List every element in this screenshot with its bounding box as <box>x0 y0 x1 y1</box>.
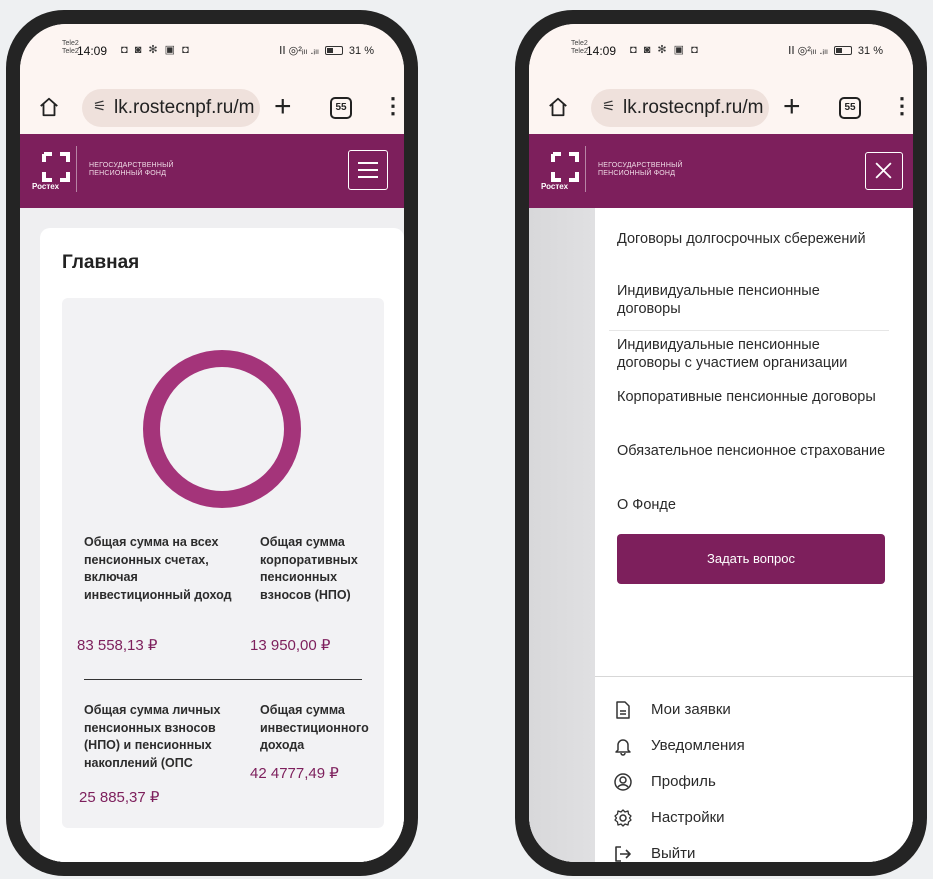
browser-toolbar: ⚟ lk.rostecnpf.ru/m + 55 ⋮ <box>20 82 404 134</box>
menu-separator <box>609 330 889 331</box>
burger-line <box>358 162 378 164</box>
status-right: ⅠⅠ ◎²ᵢₗₗ .ᵢₗₗ 31 % <box>788 44 883 57</box>
status-time: 14:09 <box>77 44 108 58</box>
main-content: Главная Общая сумма на всех пенсионных с… <box>20 208 404 862</box>
status-bar: Tele2 Tele2 14:09 ◘ ◙ ✻ ▣ ◘ ⅠⅠ ◎²ᵢₗₗ .ᵢₗ… <box>529 24 913 82</box>
home-icon[interactable] <box>38 96 60 118</box>
stat-investment-value: 42 4777,49 ₽ <box>250 765 339 782</box>
stat-corporate-label: Общая сумма корпоративных пенсионных взн… <box>260 535 358 602</box>
site-header: Ростех НЕГОСУДАРСТВЕННЫЙ ПЕНСИОННЫЙ ФОНД <box>20 134 404 208</box>
main-card: Главная Общая сумма на всех пенсионных с… <box>40 228 404 862</box>
stat-investment-label: Общая сумма инвестиционного дохода <box>260 703 369 752</box>
new-tab-button[interactable]: + <box>783 88 801 126</box>
ask-question-button[interactable]: Задать вопрос <box>617 534 885 584</box>
menu-settings-label: Настройки <box>651 809 725 826</box>
logo-word: Ростех <box>541 182 569 191</box>
notification-icons: ◘ ◙ ✻ ▣ ◘ <box>630 44 700 56</box>
menu-item-individual-pension[interactable]: Индивидуальные пенсионные договоры <box>617 282 887 318</box>
page-title: Главная <box>62 252 140 273</box>
menu-item-about-fund[interactable]: О Фонде <box>617 496 887 514</box>
logo-divider <box>76 146 77 192</box>
site-settings-icon[interactable]: ⚟ <box>93 97 106 115</box>
fund-name-line-1: НЕГОСУДАРСТВЕННЫЙ <box>89 162 174 169</box>
browser-toolbar: ⚟ lk.rostecnpf.ru/m + 55 ⋮ <box>529 82 913 134</box>
stat-personal-value: 25 885,37 ₽ <box>79 789 160 806</box>
logo-divider <box>585 146 586 192</box>
bottom-separator <box>595 676 913 677</box>
browser-menu-icon[interactable]: ⋮ <box>382 92 404 120</box>
dimmed-background[interactable] <box>529 208 595 862</box>
status-right: ⅠⅠ ◎²ᵢₗₗ .ᵢₗₗ 31 % <box>279 44 374 57</box>
phone-frame-right: Tele2 Tele2 14:09 ◘ ◙ ✻ ▣ ◘ ⅠⅠ ◎²ᵢₗₗ .ᵢₗ… <box>515 10 927 876</box>
stat-corporate-value: 13 950,00 ₽ <box>250 637 331 654</box>
status-time: 14:09 <box>586 44 617 58</box>
logout-icon <box>615 846 631 862</box>
site-settings-icon[interactable]: ⚟ <box>602 97 615 115</box>
new-tab-button[interactable]: + <box>274 88 292 126</box>
url-bar[interactable]: ⚟ lk.rostecnpf.ru/m <box>82 89 260 127</box>
burger-line <box>358 169 378 171</box>
menu-item-corporate-pension[interactable]: Корпоративные пенсионные договоры <box>617 388 887 406</box>
site-header: Ростех НЕГОСУДАРСТВЕННЫЙ ПЕНСИОННЫЙ ФОНД <box>529 134 913 208</box>
menu-my-requests-label: Мои заявки <box>651 701 731 718</box>
phone-frame-left: Tele2 Tele2 14:09 ◘ ◙ ✻ ▣ ◘ ⅠⅠ ◎²ᵢₗₗ .ᵢₗ… <box>6 10 418 876</box>
menu-item-long-term-savings[interactable]: Договоры долгосрочных сбережений <box>617 230 887 248</box>
battery-icon <box>324 46 343 55</box>
fund-name-line-2: ПЕНСИОННЫЙ ФОНД <box>598 170 676 177</box>
signal-icon: ⅠⅠ ◎²ᵢₗₗ .ᵢₗₗ <box>279 45 319 57</box>
menu-item-individual-with-org[interactable]: Индивидуальные пенсионные договоры с уча… <box>617 336 887 372</box>
profile-icon <box>614 773 632 791</box>
menu-notifications-label: Уведомления <box>651 737 745 754</box>
status-bar: Tele2 Tele2 14:09 ◘ ◙ ✻ ▣ ◘ ⅠⅠ ◎²ᵢₗₗ .ᵢₗ… <box>20 24 404 82</box>
url-text: lk.rostecnpf.ru/m <box>114 97 255 118</box>
tabs-count-button[interactable]: 55 <box>839 97 861 119</box>
fund-name-line-1: НЕГОСУДАРСТВЕННЫЙ <box>598 162 683 169</box>
nav-menu-panel: Договоры долгосрочных сбережений Индивид… <box>595 208 913 862</box>
balance-donut-chart <box>143 350 301 508</box>
close-menu-button[interactable] <box>865 152 903 190</box>
next-card <box>40 844 404 862</box>
menu-logout-label: Выйти <box>651 845 696 862</box>
burger-line <box>358 176 378 178</box>
close-icon <box>875 162 892 179</box>
bell-icon <box>615 739 631 756</box>
tabs-count-button[interactable]: 55 <box>330 97 352 119</box>
logo-word: Ростех <box>32 182 60 191</box>
battery-level: 31 % <box>857 45 883 57</box>
url-bar[interactable]: ⚟ lk.rostecnpf.ru/m <box>591 89 769 127</box>
battery-icon <box>833 46 852 55</box>
summary-box: Общая сумма на всех пенсионных счетах, в… <box>62 298 384 828</box>
fund-name: НЕГОСУДАРСТВЕННЫЙ ПЕНСИОННЫЙ ФОНД <box>89 162 174 178</box>
notification-icons: ◘ ◙ ✻ ▣ ◘ <box>121 44 191 56</box>
burger-menu-button[interactable] <box>348 150 388 190</box>
menu-overlay: Договоры долгосрочных сбережений Индивид… <box>529 208 913 862</box>
menu-item-mandatory-insurance[interactable]: Обязательное пенсионное страхование <box>617 442 887 460</box>
home-icon[interactable] <box>547 96 569 118</box>
battery-level: 31 % <box>348 45 374 57</box>
stat-total-label: Общая сумма на всех пенсионных счетах, в… <box>84 535 232 602</box>
document-icon <box>616 701 630 719</box>
menu-profile-label: Профиль <box>651 773 716 790</box>
stats-divider <box>84 679 362 680</box>
gear-icon <box>614 809 632 827</box>
url-text: lk.rostecnpf.ru/m <box>623 97 764 118</box>
phone-screen-right: Tele2 Tele2 14:09 ◘ ◙ ✻ ▣ ◘ ⅠⅠ ◎²ᵢₗₗ .ᵢₗ… <box>529 24 913 862</box>
fund-name-line-2: ПЕНСИОННЫЙ ФОНД <box>89 170 167 177</box>
browser-menu-icon[interactable]: ⋮ <box>891 92 913 120</box>
stat-personal-label: Общая сумма личных пенсионных взносов (Н… <box>84 703 221 770</box>
stat-total-value: 83 558,13 ₽ <box>77 637 158 654</box>
signal-icon: ⅠⅠ ◎²ᵢₗₗ .ᵢₗₗ <box>788 45 828 57</box>
phone-screen-left: Tele2 Tele2 14:09 ◘ ◙ ✻ ▣ ◘ ⅠⅠ ◎²ᵢₗₗ .ᵢₗ… <box>20 24 404 862</box>
fund-name: НЕГОСУДАРСТВЕННЫЙ ПЕНСИОННЫЙ ФОНД <box>598 162 683 178</box>
